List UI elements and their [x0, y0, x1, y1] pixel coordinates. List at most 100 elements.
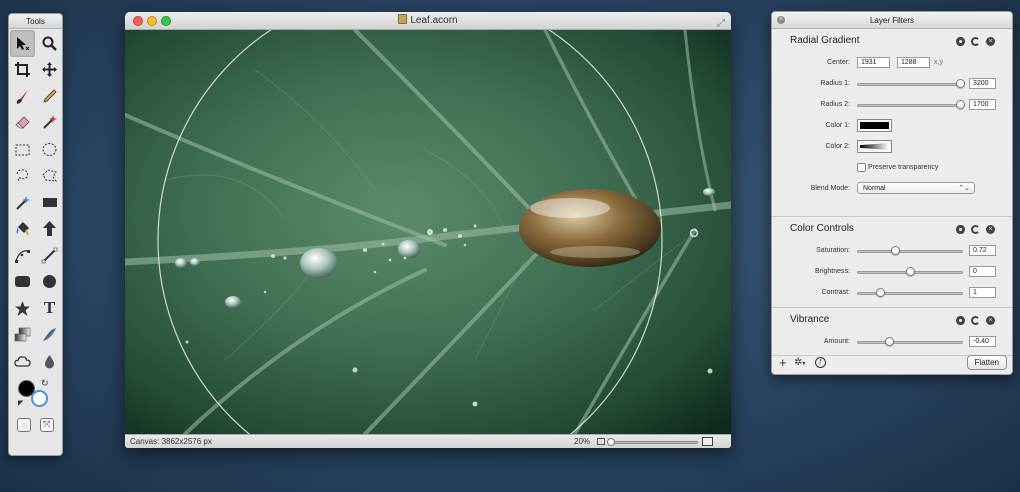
rect-select-tool-button[interactable] [10, 136, 35, 163]
smudge-tool-button[interactable] [37, 322, 62, 349]
fullscreen-mode-button[interactable]: ⤧ [39, 417, 54, 432]
reset-icon[interactable] [971, 37, 980, 46]
ellipse-select-tool-button[interactable] [37, 136, 62, 163]
pencil-tool-button[interactable] [37, 83, 62, 110]
zoom-slider-track[interactable] [610, 441, 698, 444]
zoom-window-button[interactable] [161, 16, 171, 26]
cloud-icon [14, 355, 31, 367]
amount-label: Amount: [823, 338, 850, 345]
rectangle-shape-tool-button[interactable] [37, 189, 62, 216]
zoom-mode-icon[interactable] [597, 438, 605, 445]
circle-mask-icon: ◌ [21, 419, 27, 430]
contrast-slider-track[interactable] [857, 292, 963, 295]
radial-gradient-section: Radial Gradient × Center: 1931 1288 x,y … [772, 29, 1012, 217]
visibility-eye-icon[interactable] [956, 225, 965, 234]
zoom-tool-button[interactable] [37, 30, 62, 57]
minimize-window-button[interactable] [147, 16, 157, 26]
leaf-photo [125, 30, 731, 434]
saturation-slider-knob[interactable] [891, 246, 901, 255]
paint-bucket-tool-button[interactable] [10, 216, 35, 243]
radius2-field[interactable]: 1700 [969, 99, 996, 110]
rounded-rect-tool-button[interactable] [10, 269, 35, 296]
add-filter-button[interactable]: + [779, 355, 787, 370]
saturation-row: Saturation: 0.72 [772, 241, 1012, 262]
drop-tool-button[interactable] [37, 348, 62, 375]
visibility-eye-icon[interactable] [956, 316, 965, 325]
brightness-field[interactable]: 0 [969, 266, 996, 277]
saturation-slider-track[interactable] [857, 250, 963, 253]
cloud-tool-button[interactable] [10, 348, 35, 375]
blend-mode-value: Normal [863, 185, 886, 192]
radius2-slider-track[interactable] [857, 104, 963, 107]
amount-slider-knob[interactable] [884, 337, 894, 346]
image-canvas[interactable] [125, 30, 731, 434]
text-tool-button[interactable]: T [37, 295, 62, 322]
radius1-slider-knob[interactable] [955, 79, 965, 88]
bezier-tool-button[interactable] [10, 242, 35, 269]
circle-shape-icon [43, 275, 56, 289]
brightness-slider-knob[interactable] [906, 267, 915, 276]
mask-mode-button[interactable]: ◌ [17, 417, 32, 432]
gear-menu-button[interactable]: ✲▾ [794, 357, 805, 368]
radius1-slider-track[interactable] [857, 83, 963, 86]
radius1-label: Radius 1: [820, 80, 850, 87]
color2-well[interactable] [857, 140, 892, 153]
circle-shape-tool-button[interactable] [37, 269, 62, 296]
zoom-slider-knob[interactable] [606, 438, 615, 446]
vibrance-header: Vibrance × [772, 308, 1012, 332]
background-color-swatch[interactable] [31, 389, 48, 407]
line-tool-button[interactable] [37, 242, 62, 269]
radius2-slider-knob[interactable] [955, 100, 965, 109]
swap-colors-icon[interactable]: ↻ [41, 378, 49, 389]
center-xy-label: x,y [934, 59, 943, 66]
center-x-field[interactable]: 1931 [857, 57, 890, 68]
saturation-field[interactable]: 0.72 [969, 245, 996, 256]
amount-row: Amount: -0.40 [772, 332, 1012, 353]
arrow-shape-tool-button[interactable] [37, 216, 62, 243]
center-y-field[interactable]: 1288 [897, 57, 930, 68]
remove-filter-icon[interactable]: × [986, 37, 995, 46]
reset-icon[interactable] [971, 316, 980, 325]
blend-mode-select[interactable]: Normal ⌃⌄ [857, 182, 975, 194]
flatten-button[interactable]: Flatten [966, 355, 1007, 370]
magic-wand-tool-button[interactable] [10, 189, 35, 216]
document-file-icon [398, 14, 408, 24]
select-tool-button[interactable] [10, 30, 35, 57]
preserve-transparency-checkbox[interactable] [857, 163, 866, 172]
filter-presets-button[interactable]: ƒ [815, 357, 826, 368]
radial-gradient-title: Radial Gradient [790, 35, 860, 46]
color2-swatch [860, 143, 889, 150]
remove-filter-icon[interactable]: × [986, 225, 995, 234]
remove-filter-icon[interactable]: × [986, 316, 995, 325]
close-panel-button[interactable]: × [777, 16, 785, 24]
document-window: Leaf.acorn ⤢ Canvas: 3862x2576 px 20% [125, 12, 731, 448]
radial-gradient-header: Radial Gradient × [772, 29, 1012, 53]
move-tool-button[interactable] [37, 57, 62, 84]
magic-eraser-tool-button[interactable] [37, 110, 62, 137]
fit-to-window-icon[interactable] [702, 437, 713, 446]
brush-tool-button[interactable] [10, 83, 35, 110]
polygon-lasso-icon [42, 169, 58, 182]
color-controls-actions: × [956, 225, 995, 234]
default-colors-icon[interactable]: ◤ [18, 399, 23, 407]
contrast-label: Contrast: [821, 289, 850, 296]
close-window-button[interactable] [133, 16, 143, 26]
crop-tool-button[interactable] [10, 57, 35, 84]
gradient-tool-button[interactable] [10, 322, 35, 349]
star-tool-button[interactable] [10, 295, 35, 322]
eraser-tool-button[interactable] [10, 110, 35, 137]
color1-well[interactable] [857, 119, 892, 132]
blend-mode-label: Blend Mode: [810, 185, 850, 192]
arrow-up-shape-icon [43, 221, 56, 237]
lasso-icon [16, 169, 29, 182]
polygon-lasso-tool-button[interactable] [37, 163, 62, 190]
lasso-tool-button[interactable] [10, 163, 35, 190]
reset-icon[interactable] [971, 225, 980, 234]
amount-field[interactable]: -0.40 [969, 336, 996, 347]
amount-slider-track[interactable] [857, 341, 963, 344]
radius1-field[interactable]: 3200 [969, 78, 996, 89]
contrast-slider-knob[interactable] [876, 288, 886, 297]
visibility-eye-icon[interactable] [956, 37, 965, 46]
contrast-field[interactable]: 1 [969, 287, 996, 298]
layer-filters-title: Layer Filters [869, 16, 914, 25]
